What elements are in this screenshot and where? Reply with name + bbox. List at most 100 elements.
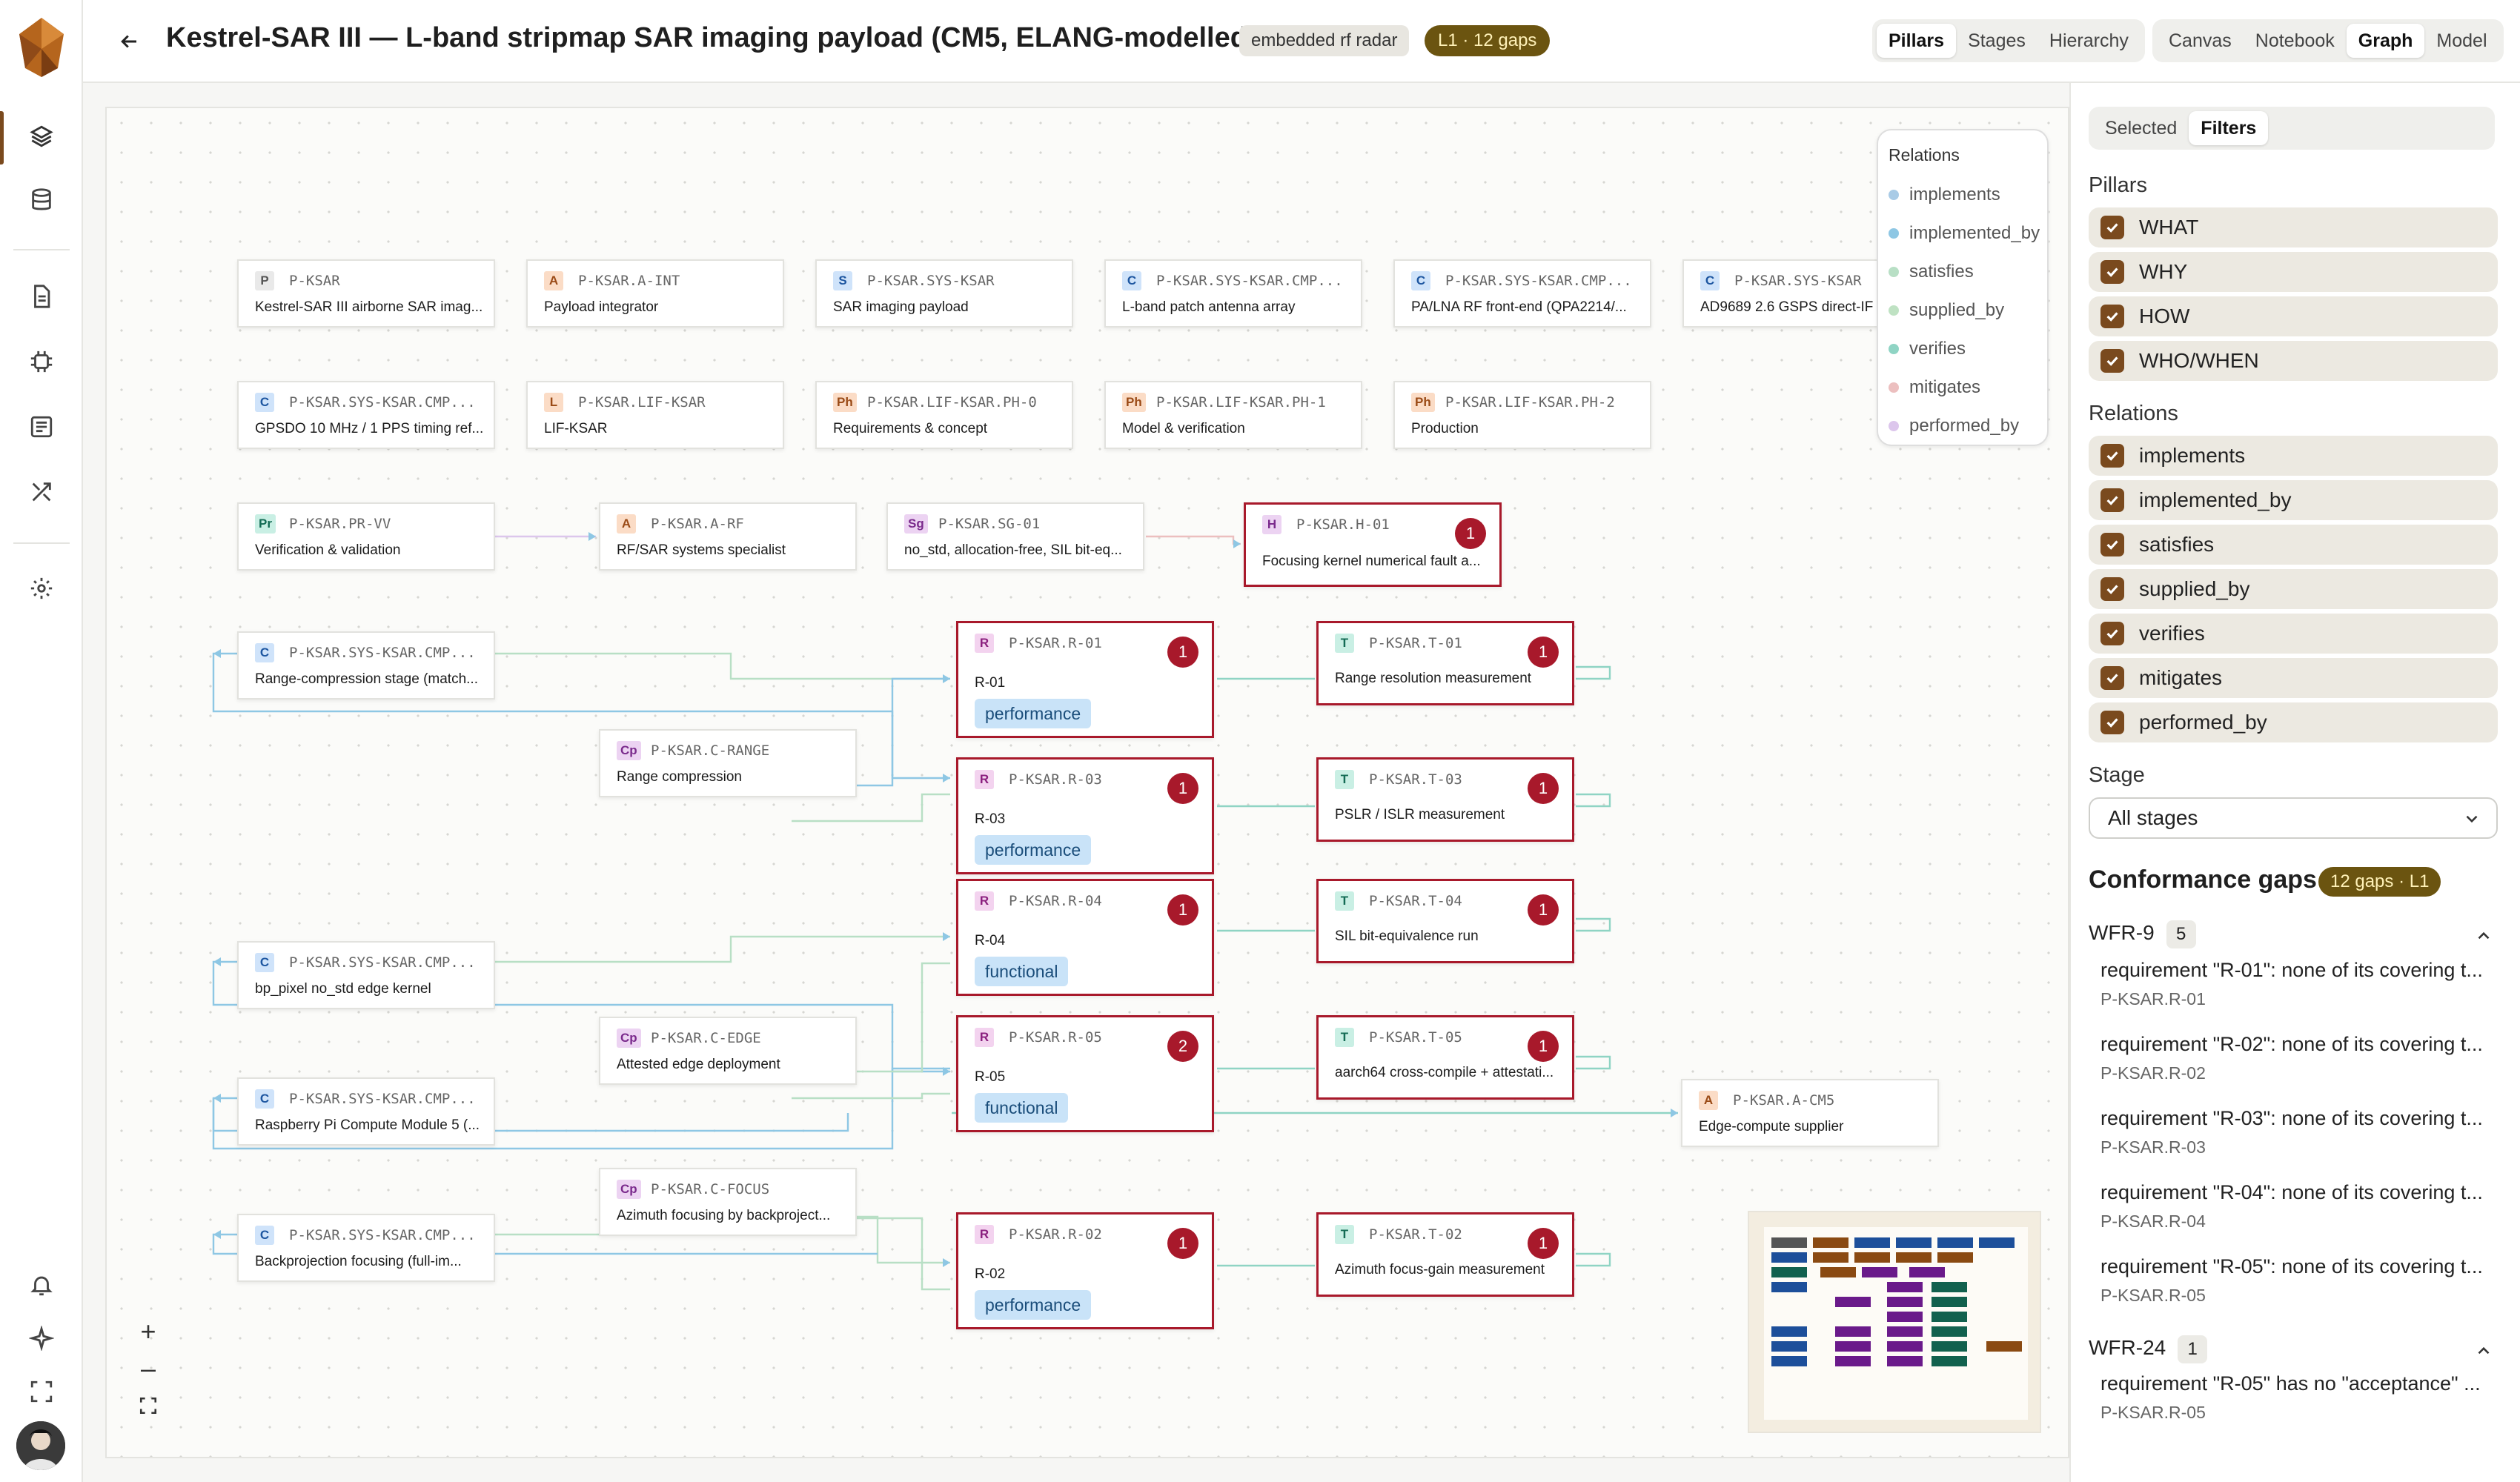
- tab-pillars[interactable]: Pillars: [1877, 24, 1957, 58]
- zoom-in-icon[interactable]: +: [127, 1313, 169, 1350]
- test-node[interactable]: T P-KSAR.T-02 1 Azimuth focus-gain measu…: [1316, 1212, 1574, 1297]
- relation-filter[interactable]: satisfies: [2089, 525, 2498, 565]
- graph-node[interactable]: A P-KSAR.A-INT Payload integrator: [526, 259, 784, 328]
- pillar-filter-why[interactable]: WHY: [2089, 252, 2498, 292]
- checkbox-checked-icon[interactable]: [2100, 666, 2124, 690]
- gap-group-header[interactable]: WFR-9 5: [2089, 920, 2196, 948]
- requirement-node[interactable]: R P-KSAR.R-01 1 R-01 performance: [956, 621, 1214, 738]
- minimap-block: [1986, 1341, 2022, 1352]
- checkbox-checked-icon[interactable]: [2100, 488, 2124, 512]
- tab-selected[interactable]: Selected: [2093, 111, 2189, 145]
- fullscreen-icon[interactable]: [27, 1377, 56, 1406]
- graph-node[interactable]: C P-KSAR.SYS-KSAR.CMP... L-band patch an…: [1104, 259, 1362, 328]
- relation-filter[interactable]: implements: [2089, 436, 2498, 476]
- sparkle-icon[interactable]: [27, 1323, 56, 1353]
- pillar-filter-who-when[interactable]: WHO/WHEN: [2089, 341, 2498, 381]
- relation-filter[interactable]: mitigates: [2089, 658, 2498, 698]
- test-node[interactable]: T P-KSAR.T-05 1 aarch64 cross-compile + …: [1316, 1015, 1574, 1100]
- checkbox-checked-icon[interactable]: [2100, 349, 2124, 373]
- relation-filter[interactable]: implemented_by: [2089, 480, 2498, 520]
- database-icon[interactable]: [27, 185, 56, 215]
- tab-model[interactable]: Model: [2424, 24, 2499, 58]
- back-arrow-icon[interactable]: [113, 25, 145, 58]
- graph-node[interactable]: A P-KSAR.A-RF RF/SAR systems specialist: [599, 502, 857, 571]
- requirement-node[interactable]: R P-KSAR.R-02 1 R-02 performance: [956, 1212, 1214, 1329]
- checkbox-checked-icon[interactable]: [2100, 444, 2124, 468]
- gap-item[interactable]: requirement "R-02": none of its covering…: [2100, 1033, 2501, 1083]
- requirement-kind-chip: functional: [975, 1093, 1069, 1123]
- filter-label: implemented_by: [2139, 488, 2292, 511]
- tools-icon[interactable]: [27, 477, 56, 507]
- relation-filter[interactable]: verifies: [2089, 614, 2498, 654]
- graph-node[interactable]: Ph P-KSAR.LIF-KSAR.PH-0 Requirements & c…: [815, 381, 1073, 449]
- gap-item[interactable]: requirement "R-05" has no "acceptance" .…: [2100, 1372, 2501, 1423]
- graph-node[interactable]: C P-KSAR.SYS-KSAR.CMP... Backprojection …: [237, 1214, 495, 1282]
- graph-node[interactable]: L P-KSAR.LIF-KSAR LIF-KSAR: [526, 381, 784, 449]
- filter-label: implements: [2139, 444, 2246, 467]
- test-node[interactable]: T P-KSAR.T-01 1 Range resolution measure…: [1316, 621, 1574, 705]
- node-label: Backprojection focusing (full-im...: [255, 1254, 462, 1269]
- graph-node[interactable]: Ph P-KSAR.LIF-KSAR.PH-1 Model & verifica…: [1104, 381, 1362, 449]
- relation-filter[interactable]: supplied_by: [2089, 569, 2498, 609]
- requirement-node[interactable]: R P-KSAR.R-03 1 R-03 performance: [956, 757, 1214, 874]
- tab-graph[interactable]: Graph: [2346, 24, 2425, 58]
- graph-node[interactable]: C P-KSAR.SYS-KSAR.CMP... bp_pixel no_std…: [237, 941, 495, 1009]
- document-icon[interactable]: [27, 282, 56, 311]
- tab-filters[interactable]: Filters: [2189, 111, 2269, 145]
- gap-item[interactable]: requirement "R-04": none of its covering…: [2100, 1181, 2501, 1232]
- minimap[interactable]: [1748, 1211, 2041, 1433]
- gap-badge[interactable]: L1 · 12 gaps: [1425, 25, 1551, 56]
- bell-icon[interactable]: [27, 1270, 56, 1300]
- settings-icon[interactable]: [27, 574, 56, 603]
- checkbox-checked-icon[interactable]: [2100, 533, 2124, 556]
- chip-icon[interactable]: [27, 347, 56, 376]
- pillar-filter-what[interactable]: WHAT: [2089, 207, 2498, 247]
- layers-icon[interactable]: [27, 122, 56, 151]
- graph-node[interactable]: A P-KSAR.A-CM5 Edge-compute supplier: [1681, 1079, 1939, 1147]
- requirement-node[interactable]: R P-KSAR.R-04 1 R-04 functional: [956, 879, 1214, 996]
- app-logo[interactable]: [15, 16, 68, 79]
- graph-node[interactable]: C P-KSAR.SYS-KSAR.CMP... GPSDO 10 MHz / …: [237, 381, 495, 449]
- graph-node[interactable]: Ph P-KSAR.LIF-KSAR.PH-2 Production: [1393, 381, 1651, 449]
- graph-node[interactable]: C P-KSAR.SYS-KSAR.CMP... Range-compressi…: [237, 631, 495, 700]
- checkbox-checked-icon[interactable]: [2100, 711, 2124, 734]
- chevron-up-icon[interactable]: [2474, 926, 2493, 946]
- arrowhead: [213, 1094, 221, 1103]
- gap-item[interactable]: requirement "R-01": none of its covering…: [2100, 959, 2501, 1009]
- stage-select[interactable]: All stages: [2089, 797, 2498, 839]
- user-avatar[interactable]: [16, 1421, 65, 1470]
- checkbox-checked-icon[interactable]: [2100, 577, 2124, 601]
- relation-filter[interactable]: performed_by: [2089, 702, 2498, 742]
- graph-node[interactable]: Cp P-KSAR.C-RANGE Range compression: [599, 729, 857, 797]
- gap-count-badge: 2: [1167, 1031, 1198, 1062]
- graph-node[interactable]: Cp P-KSAR.C-FOCUS Azimuth focusing by ba…: [599, 1168, 857, 1236]
- tab-notebook[interactable]: Notebook: [2244, 24, 2347, 58]
- graph-node[interactable]: Cp P-KSAR.C-EDGE Attested edge deploymen…: [599, 1017, 857, 1085]
- graph-node[interactable]: S P-KSAR.SYS-KSAR SAR imaging payload: [815, 259, 1073, 328]
- test-node[interactable]: T P-KSAR.T-04 1 SIL bit-equivalence run: [1316, 879, 1574, 963]
- gap-item[interactable]: requirement "R-03": none of its covering…: [2100, 1107, 2501, 1157]
- tab-hierarchy[interactable]: Hierarchy: [2037, 24, 2141, 58]
- list-icon[interactable]: [27, 412, 56, 442]
- pillar-filter-how[interactable]: HOW: [2089, 296, 2498, 336]
- tab-canvas[interactable]: Canvas: [2157, 24, 2244, 58]
- zoom-out-icon[interactable]: –: [127, 1350, 169, 1387]
- requirement-node[interactable]: R P-KSAR.R-05 2 R-05 functional: [956, 1015, 1214, 1132]
- graph-node[interactable]: Sg P-KSAR.SG-01 no_std, allocation-free,…: [886, 502, 1144, 571]
- checkbox-checked-icon[interactable]: [2100, 305, 2124, 328]
- graph-node[interactable]: C P-KSAR.SYS-KSAR.CMP... PA/LNA RF front…: [1393, 259, 1651, 328]
- checkbox-checked-icon[interactable]: [2100, 622, 2124, 645]
- checkbox-checked-icon[interactable]: [2100, 260, 2124, 284]
- tab-stages[interactable]: Stages: [1956, 24, 2037, 58]
- checkbox-checked-icon[interactable]: [2100, 216, 2124, 239]
- graph-canvas[interactable]: P P-KSAR Kestrel-SAR III airborne SAR im…: [105, 107, 2069, 1458]
- fit-view-icon[interactable]: [127, 1387, 169, 1424]
- gap-group-header[interactable]: WFR-24 1: [2089, 1335, 2208, 1363]
- chevron-up-icon[interactable]: [2474, 1341, 2493, 1360]
- test-node[interactable]: T P-KSAR.T-03 1 PSLR / ISLR measurement: [1316, 757, 1574, 842]
- graph-node[interactable]: C P-KSAR.SYS-KSAR.CMP... Raspberry Pi Co…: [237, 1077, 495, 1146]
- graph-node[interactable]: P P-KSAR Kestrel-SAR III airborne SAR im…: [237, 259, 495, 328]
- graph-node[interactable]: Pr P-KSAR.PR-VV Verification & validatio…: [237, 502, 495, 571]
- gap-item[interactable]: requirement "R-05": none of its covering…: [2100, 1255, 2501, 1306]
- hazard-node[interactable]: H P-KSAR.H-01 1 Focusing kernel numerica…: [1244, 502, 1502, 587]
